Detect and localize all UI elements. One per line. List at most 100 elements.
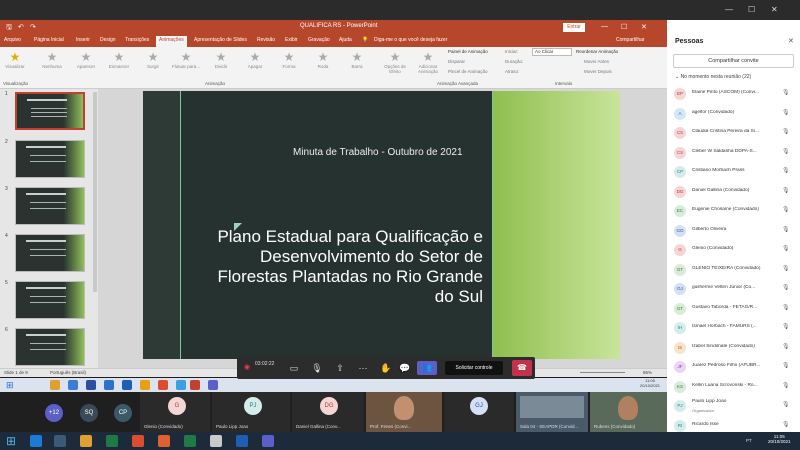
ppt-minimize-icon[interactable]: — bbox=[601, 23, 608, 30]
video-tile[interactable]: DG Daniel Gallina (Conv... bbox=[292, 392, 364, 432]
participant-item[interactable]: CS Claudia Cristina Pereira da Si... 🎙 bbox=[671, 125, 796, 142]
share-invite-button[interactable]: Compartilhar convite bbox=[673, 54, 794, 68]
ie-icon[interactable] bbox=[30, 435, 42, 447]
minimize-icon[interactable]: — bbox=[725, 5, 733, 14]
ppt-maximize-icon[interactable]: ☐ bbox=[621, 23, 627, 31]
effect-bars[interactable]: ★ Barra bbox=[342, 50, 372, 69]
firefox-icon[interactable] bbox=[158, 435, 170, 447]
trigger-button[interactable]: Disparar bbox=[448, 59, 465, 64]
video-tile[interactable]: PJ Paulo Lipp Joao bbox=[212, 392, 290, 432]
slide-thumbnail[interactable] bbox=[15, 140, 85, 178]
preview-button[interactable]: ★ Visualizar bbox=[0, 50, 30, 69]
participant-item[interactable]: PJ Paulo Lipp Joao Organizador 🎙 bbox=[671, 398, 796, 415]
effect-wheel[interactable]: ★ Roda bbox=[308, 50, 338, 69]
video-tile[interactable]: Rubens (Convidado) bbox=[590, 392, 667, 432]
tab-revisao[interactable]: Revisão bbox=[257, 37, 275, 43]
raise-hand-icon[interactable]: ✋ bbox=[379, 361, 393, 375]
close-icon[interactable]: ✕ bbox=[771, 5, 778, 14]
more-options-icon[interactable]: ⋯ bbox=[356, 361, 370, 375]
ppt-close-icon[interactable]: ✕ bbox=[641, 23, 647, 31]
maximize-icon[interactable]: ☐ bbox=[748, 5, 755, 14]
tab-transicoes[interactable]: Transições bbox=[125, 37, 149, 43]
participant-item[interactable]: KS Kellin Luana Scrovonski - Ro... 🎙 bbox=[671, 379, 796, 396]
effect-shape[interactable]: ★ Forma bbox=[274, 50, 304, 69]
effect-split[interactable]: ★ Dividir bbox=[206, 50, 236, 69]
participants-section-header[interactable]: ⌄ No momento nesta reunião (22) bbox=[675, 74, 751, 80]
animation-panel-button[interactable]: Painel de Animação bbox=[448, 49, 488, 54]
tab-inserir[interactable]: Inserir bbox=[76, 37, 90, 43]
mic-off-icon[interactable]: 🎙 bbox=[310, 361, 324, 375]
participant-item[interactable]: DG Daniel Gallina (Convidado) 🎙 bbox=[671, 184, 796, 201]
effect-wipe[interactable]: ★ Apagar bbox=[240, 50, 270, 69]
teams-icon[interactable] bbox=[262, 435, 274, 447]
camera-icon[interactable]: ▭ bbox=[287, 361, 301, 375]
explorer-icon[interactable] bbox=[54, 435, 66, 447]
people-button[interactable]: 👥 bbox=[417, 361, 437, 375]
current-slide[interactable]: Minuta de Trabalho - Outubro de 2021 Pla… bbox=[143, 91, 620, 359]
chat-icon[interactable]: 💬 bbox=[398, 361, 412, 375]
hang-up-button[interactable]: ☎ bbox=[512, 360, 532, 376]
tab-design[interactable]: Design bbox=[100, 37, 116, 43]
add-animation-button[interactable]: ★ Adicionar Animação bbox=[413, 50, 443, 74]
tab-gravacao[interactable]: Gravação bbox=[308, 37, 330, 43]
language-indicator[interactable]: Português (Brasil) bbox=[50, 370, 86, 375]
tab-ajuda[interactable]: Ajuda bbox=[339, 37, 352, 43]
save-icon[interactable]: 🖫 bbox=[6, 23, 12, 34]
zoom-level[interactable]: 86% bbox=[643, 370, 652, 375]
participant-item[interactable]: EP Elaine Pinto (ASCOM) (Convi... 🎙 bbox=[671, 86, 796, 103]
participant-item[interactable]: G Glenio (Convidado) 🎙 bbox=[671, 242, 796, 259]
system-clock[interactable]: 11:05 20/10/2021 bbox=[768, 434, 791, 444]
tab-animacoes[interactable]: Animações bbox=[156, 36, 187, 47]
move-later-button[interactable]: Mover Depois bbox=[584, 69, 612, 74]
move-earlier-button[interactable]: Mover Antes bbox=[584, 59, 609, 64]
participant-item[interactable]: GT GLENIO TEIXEIRA (Convidado) 🎙 bbox=[671, 262, 796, 279]
participant-item[interactable]: CP Cristiano Morbach Prass 🎙 bbox=[671, 164, 796, 181]
video-tile[interactable]: G Glenio (Convidado) bbox=[140, 392, 210, 432]
effect-appear[interactable]: ★ Aparecer bbox=[71, 50, 101, 69]
share-tray-icon[interactable]: ⇧ bbox=[333, 361, 347, 375]
effect-fly-in[interactable]: ★ Surgir bbox=[138, 50, 168, 69]
participant-item[interactable]: GJ guilherme Velten Junior (Co... 🎙 bbox=[671, 281, 796, 298]
participant-item[interactable]: Aagelfor (Convidado) 🎙 bbox=[671, 106, 796, 123]
participant-item[interactable]: IH Ismael Horbach - FAMURS (... 🎙 bbox=[671, 320, 796, 337]
language-indicator[interactable]: PT bbox=[746, 438, 752, 443]
slide-thumbnail[interactable] bbox=[15, 92, 85, 130]
slide-thumbnail[interactable] bbox=[15, 328, 85, 366]
windows-start-icon[interactable]: ⊞ bbox=[4, 434, 18, 448]
participant-item[interactable]: GT Gustavo Taborda - FETAG/R... 🎙 bbox=[671, 301, 796, 318]
close-panel-icon[interactable]: ✕ bbox=[788, 37, 794, 45]
start-select[interactable]: Ao Clicar bbox=[532, 48, 572, 56]
video-tile[interactable]: GJ bbox=[444, 392, 514, 432]
app-icon[interactable] bbox=[210, 435, 222, 447]
tab-apresentacao[interactable]: Apresentação de Slides bbox=[194, 37, 247, 43]
participant-item[interactable]: GO Gilberto Oliveira 🎙 bbox=[671, 223, 796, 240]
participant-item[interactable]: EC Eugenie Chosame (Convidado) 🎙 bbox=[671, 203, 796, 220]
effect-none[interactable]: ★ Nenhuma bbox=[37, 50, 67, 69]
slide-thumbnail[interactable] bbox=[15, 187, 85, 225]
excel-icon[interactable] bbox=[106, 435, 118, 447]
participant-item[interactable]: CS Cleber W Saldanha DDPA-S... 🎙 bbox=[671, 145, 796, 162]
folder-icon[interactable] bbox=[80, 435, 92, 447]
slide-thumbnail[interactable] bbox=[15, 234, 85, 272]
redo-icon[interactable]: ↷ bbox=[30, 23, 36, 31]
video-tile[interactable]: Prof. Fenes (Convi... bbox=[366, 392, 442, 432]
signin-button[interactable]: Entrar bbox=[563, 23, 585, 32]
word-icon[interactable] bbox=[236, 435, 248, 447]
tab-arquivo[interactable]: Arquivo bbox=[4, 37, 21, 43]
tell-me-search[interactable]: Diga-me o que você deseja fazer bbox=[374, 37, 447, 43]
tab-pagina-inicial[interactable]: Página Inicial bbox=[34, 37, 64, 43]
effect-fade[interactable]: ★ Esmaecer bbox=[104, 50, 134, 69]
participant-item[interactable]: JF Juarez Pedroso Filho (AFUBR... 🎙 bbox=[671, 359, 796, 376]
animation-painter-button[interactable]: Pincel de Animação bbox=[448, 69, 488, 74]
participant-item[interactable]: IS Izabel Sindimate (Convidado) 🎙 bbox=[671, 340, 796, 357]
effect-options-button[interactable]: ★ Opções de Efeito bbox=[380, 50, 410, 74]
app-icon[interactable] bbox=[184, 435, 196, 447]
request-control-button[interactable]: Solicitar controle bbox=[445, 361, 503, 375]
effect-float[interactable]: ★ Flutuar para... bbox=[171, 50, 201, 69]
tab-exibir[interactable]: Exibir bbox=[285, 37, 298, 43]
video-tile[interactable]: Sala 04 - SEAPDR (Convid... bbox=[516, 392, 588, 432]
overflow-participants[interactable]: +12 bbox=[45, 404, 63, 422]
chrome-icon[interactable] bbox=[132, 435, 144, 447]
undo-icon[interactable]: ↶ bbox=[18, 23, 24, 31]
slide-thumbnail[interactable] bbox=[15, 281, 85, 319]
